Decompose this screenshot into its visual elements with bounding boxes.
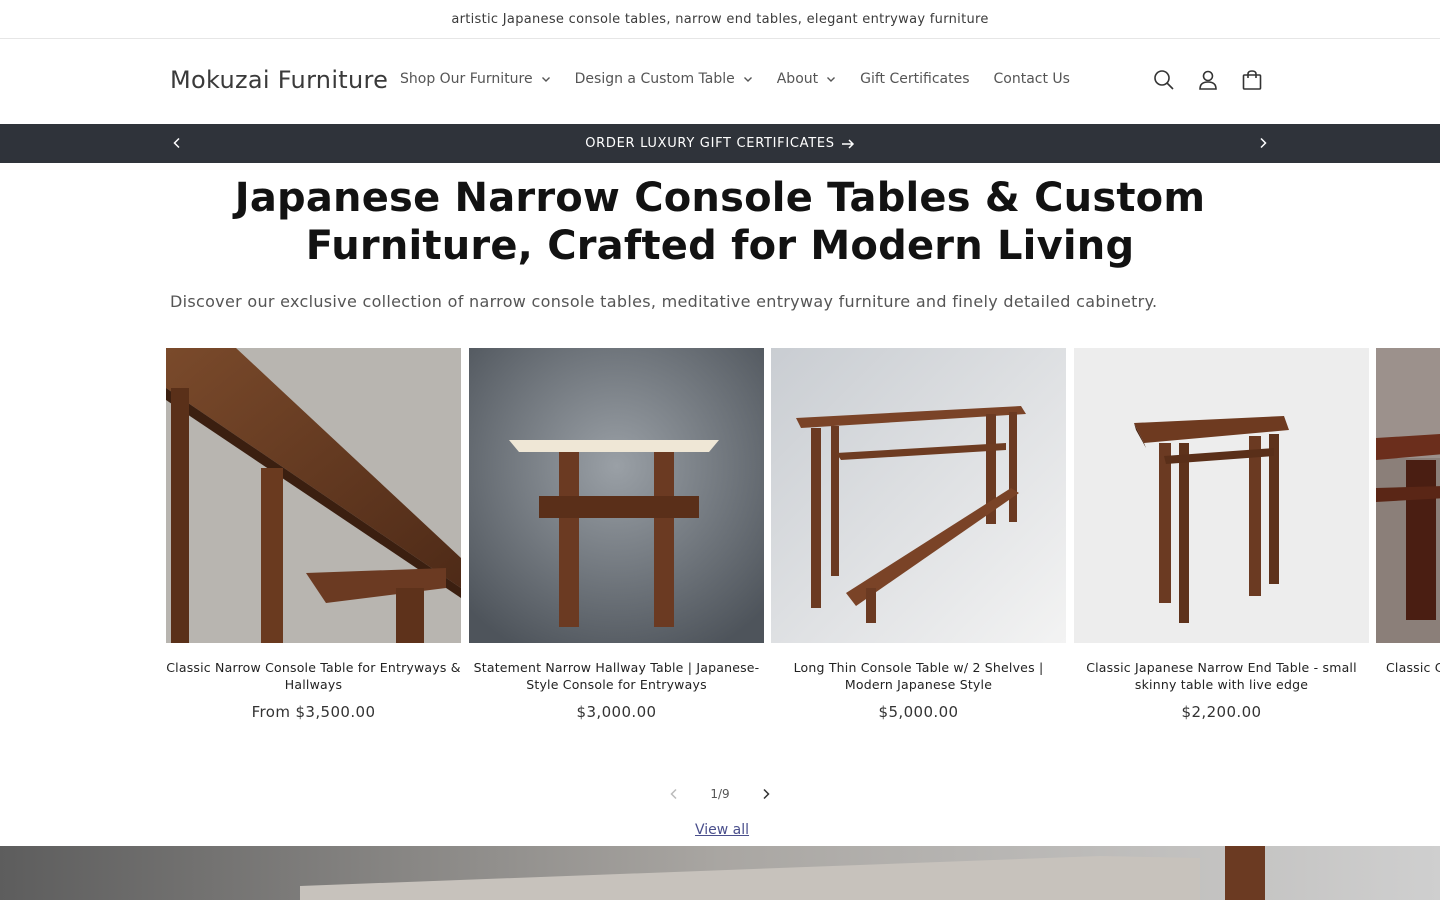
chevron-down-icon bbox=[826, 74, 836, 84]
cart-icon[interactable] bbox=[1238, 66, 1266, 94]
promo-bar: ORDER LUXURY GIFT CERTIFICATES bbox=[0, 124, 1440, 163]
product-card[interactable]: Statement Narrow Hallway Table | Japanes… bbox=[469, 348, 764, 721]
product-title[interactable]: Long Thin Console Table w/ 2 Shelves | M… bbox=[771, 659, 1066, 693]
page-title: Japanese Narrow Console Tables & Custom … bbox=[234, 175, 1206, 269]
promo-next-button[interactable] bbox=[1255, 135, 1271, 151]
product-title[interactable]: Statement Narrow Hallway Table | Japanes… bbox=[469, 659, 764, 693]
product-card[interactable]: Classic Co bbox=[1376, 348, 1440, 676]
pager-current: 1 bbox=[710, 787, 718, 801]
nav-shop-furniture[interactable]: Shop Our Furniture bbox=[400, 71, 551, 87]
arrow-right-icon bbox=[841, 138, 854, 149]
page-description: Discover our exclusive collection of nar… bbox=[170, 292, 1158, 311]
nav-design-custom-table[interactable]: Design a Custom Table bbox=[575, 71, 753, 87]
nav-label: Gift Certificates bbox=[860, 71, 970, 87]
product-image[interactable] bbox=[1376, 348, 1440, 643]
product-image[interactable] bbox=[469, 348, 764, 643]
nav-contact-us[interactable]: Contact Us bbox=[994, 71, 1070, 87]
product-carousel: Classic Narrow Console Table for Entrywa… bbox=[166, 348, 1440, 738]
header-icons bbox=[1150, 66, 1282, 94]
nav-about[interactable]: About bbox=[777, 71, 836, 87]
account-icon[interactable] bbox=[1194, 66, 1222, 94]
promo-text: ORDER LUXURY GIFT CERTIFICATES bbox=[585, 136, 835, 151]
announcement-text: artistic Japanese console tables, narrow… bbox=[451, 11, 989, 27]
nav-label: About bbox=[776, 71, 819, 87]
pager-count: 1/9 bbox=[710, 787, 729, 801]
chevron-right-icon bbox=[1260, 137, 1267, 149]
chevron-right-icon bbox=[763, 788, 770, 800]
pager-total: 9 bbox=[722, 787, 730, 801]
site-logo[interactable]: Mokuzai Furniture bbox=[170, 66, 388, 94]
product-price: From $3,500.00 bbox=[251, 703, 376, 721]
chevron-left-icon bbox=[670, 788, 677, 800]
product-title[interactable]: Classic Co bbox=[1376, 659, 1440, 676]
nav-label: Shop Our Furniture bbox=[400, 71, 533, 87]
product-price: $5,000.00 bbox=[878, 703, 959, 721]
product-card[interactable]: Classic Japanese Narrow End Table - smal… bbox=[1074, 348, 1369, 721]
feature-banner-image bbox=[0, 846, 1440, 900]
nav-label: Contact Us bbox=[993, 71, 1070, 87]
product-card[interactable]: Classic Narrow Console Table for Entrywa… bbox=[166, 348, 461, 721]
product-image[interactable] bbox=[1074, 348, 1369, 643]
promo-prev-button[interactable] bbox=[169, 135, 185, 151]
promo-link[interactable]: ORDER LUXURY GIFT CERTIFICATES bbox=[585, 136, 855, 151]
chevron-down-icon bbox=[743, 74, 753, 84]
pager-prev-button[interactable] bbox=[660, 782, 688, 806]
chevron-down-icon bbox=[541, 74, 551, 84]
announcement-bar: artistic Japanese console tables, narrow… bbox=[0, 0, 1440, 39]
nav-label: Design a Custom Table bbox=[574, 71, 735, 87]
product-price: $2,200.00 bbox=[1181, 703, 1262, 721]
product-image[interactable] bbox=[166, 348, 461, 643]
main-nav: Shop Our Furniture Design a Custom Table… bbox=[400, 71, 1094, 87]
product-price: $3,000.00 bbox=[576, 703, 657, 721]
product-card[interactable]: Long Thin Console Table w/ 2 Shelves | M… bbox=[771, 348, 1066, 721]
view-all-link[interactable]: View all bbox=[695, 822, 749, 838]
search-icon[interactable] bbox=[1150, 66, 1178, 94]
site-header: Mokuzai Furniture Shop Our Furniture Des… bbox=[0, 39, 1440, 124]
carousel-pager: 1/9 bbox=[660, 782, 780, 806]
nav-gift-certificates[interactable]: Gift Certificates bbox=[860, 71, 969, 87]
pager-next-button[interactable] bbox=[752, 782, 780, 806]
product-title[interactable]: Classic Japanese Narrow End Table - smal… bbox=[1074, 659, 1369, 693]
product-image[interactable] bbox=[771, 348, 1066, 643]
product-title[interactable]: Classic Narrow Console Table for Entrywa… bbox=[166, 659, 461, 693]
chevron-left-icon bbox=[173, 137, 180, 149]
